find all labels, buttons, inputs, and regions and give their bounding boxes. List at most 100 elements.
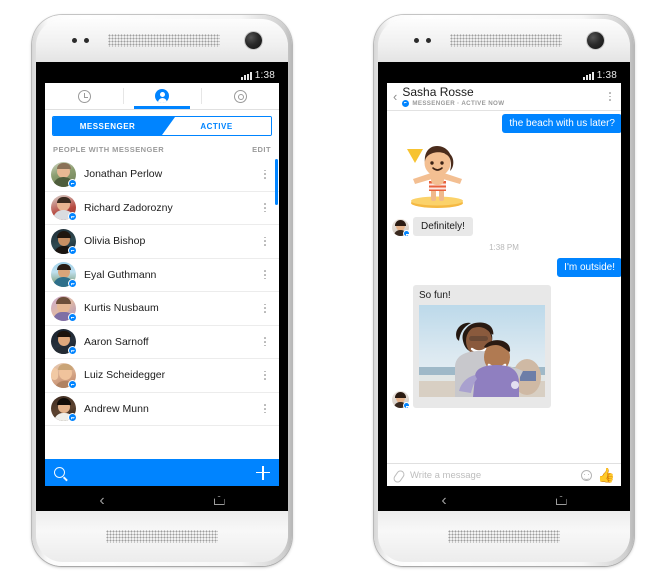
smiley-icon[interactable] <box>580 469 592 481</box>
thread-title-wrap: Sasha Rosse MESSENGER · ACTIVE NOW <box>402 86 602 107</box>
list-item[interactable]: Richard Zadorozny <box>45 191 279 225</box>
plus-icon[interactable] <box>256 465 270 480</box>
overflow-icon[interactable] <box>260 337 270 347</box>
signal-bars-icon <box>240 71 252 80</box>
paperclip-icon[interactable] <box>393 470 404 481</box>
avatar <box>51 396 77 423</box>
overflow-icon[interactable] <box>260 270 270 280</box>
tab-people[interactable] <box>123 83 201 109</box>
message-row-incoming: Definitely! <box>387 214 621 239</box>
back-chevron-icon[interactable]: ‹ <box>391 90 399 103</box>
list-item[interactable]: Andrew Munn <box>45 392 279 426</box>
list-item[interactable]: Aaron Sarnoff <box>45 325 279 359</box>
clock-icon <box>77 89 91 103</box>
message-row-sticker <box>387 136 621 214</box>
status-bar-left: 1:38 <box>45 68 279 83</box>
home-icon[interactable] <box>213 496 225 505</box>
messenger-badge-icon <box>68 346 77 356</box>
overflow-icon[interactable] <box>260 404 270 414</box>
gear-icon <box>233 89 247 103</box>
message-input[interactable]: Write a message <box>410 470 575 481</box>
page-title: Sasha Rosse <box>402 85 474 99</box>
phone-bottom-hardware-left <box>36 511 288 562</box>
overflow-icon[interactable] <box>260 303 270 313</box>
list-item[interactable]: Eyal Guthmann <box>45 258 279 292</box>
messenger-badge-icon <box>403 402 410 409</box>
search-bar[interactable] <box>45 459 279 486</box>
avatar <box>392 219 410 237</box>
earpiece-speaker-grille <box>450 34 562 47</box>
message-bubble[interactable]: I'm outside! <box>557 258 621 277</box>
back-icon[interactable]: ‹ <box>441 492 446 509</box>
screen-bezel-left: 1:38 MESSENGER ACTIVE PEOPLE WITH MESSEN… <box>36 62 288 515</box>
messenger-badge-icon <box>403 230 410 237</box>
presence-text: MESSENGER · ACTIVE NOW <box>412 99 505 107</box>
messenger-badge-icon <box>68 245 77 255</box>
status-bar-right: 1:38 <box>387 68 621 83</box>
overflow-icon[interactable] <box>260 370 270 380</box>
overflow-icon[interactable] <box>605 91 615 101</box>
phone-top-hardware-left <box>36 19 288 62</box>
sensor-dots-icon <box>72 38 89 43</box>
contact-name: Luiz Scheidegger <box>84 369 166 382</box>
photo-message-bubble[interactable]: So fun! <box>413 285 551 408</box>
overflow-icon[interactable] <box>260 169 270 179</box>
front-camera-icon <box>587 32 604 49</box>
message-bubble[interactable]: Definitely! <box>413 217 473 236</box>
contact-name: Richard Zadorozny <box>84 201 173 214</box>
thumbs-up-icon[interactable]: 👍 <box>598 468 615 482</box>
surfer-sticker[interactable] <box>401 139 473 209</box>
message-bubble[interactable]: the beach with us later? <box>502 114 621 133</box>
message-thread[interactable]: the beach with us later? Definitely! 1:3… <box>387 111 621 463</box>
phone-body-right: 1:38 ‹ Sasha Rosse MESSENGER · ACTIVE NO… <box>378 19 630 562</box>
segmented-control-wrapper: MESSENGER ACTIVE <box>45 110 279 141</box>
list-item[interactable]: Luiz Scheidegger <box>45 359 279 393</box>
contact-name: Olivia Bishop <box>84 235 146 248</box>
messenger-badge-icon <box>68 279 77 289</box>
search-icon[interactable] <box>54 467 65 478</box>
phone-device-left: 1:38 MESSENGER ACTIVE PEOPLE WITH MESSEN… <box>32 15 292 566</box>
back-icon[interactable]: ‹ <box>99 492 104 509</box>
contact-name: Eyal Guthmann <box>84 268 157 281</box>
contact-name: Andrew Munn <box>84 402 149 415</box>
avatar <box>51 161 77 188</box>
screen-left: 1:38 MESSENGER ACTIVE PEOPLE WITH MESSEN… <box>45 68 279 515</box>
message-row-outgoing: the beach with us later? <box>387 111 621 136</box>
segmented-control: MESSENGER ACTIVE <box>52 116 272 136</box>
contacts-list[interactable]: Jonathan Perlow Richard Zadorozny Olivia… <box>45 158 279 459</box>
earpiece-speaker-grille <box>108 34 220 47</box>
segment-messenger[interactable]: MESSENGER <box>53 117 162 135</box>
scrollbar-thumb[interactable] <box>275 159 278 205</box>
phone-bottom-hardware-right <box>378 511 630 562</box>
messenger-badge-icon <box>68 379 77 389</box>
overflow-icon[interactable] <box>260 203 270 213</box>
avatar <box>51 228 77 255</box>
contact-name: Kurtis Nusbaum <box>84 302 159 315</box>
list-item[interactable]: Jonathan Perlow <box>45 158 279 192</box>
edit-button[interactable]: EDIT <box>252 145 271 154</box>
list-section-header: PEOPLE WITH MESSENGER EDIT <box>45 141 279 158</box>
overflow-icon[interactable] <box>260 236 270 246</box>
beach-couple-photo[interactable] <box>419 305 545 397</box>
segment-active[interactable]: ACTIVE <box>162 117 271 135</box>
top-tab-bar <box>45 83 279 110</box>
messenger-badge-icon <box>68 212 77 222</box>
front-camera-icon <box>245 32 262 49</box>
phone-top-hardware-right <box>378 19 630 62</box>
messenger-app-left: MESSENGER ACTIVE PEOPLE WITH MESSENGER E… <box>45 83 279 486</box>
tab-settings[interactable] <box>201 83 279 109</box>
messenger-badge-icon <box>68 312 77 322</box>
tab-recent[interactable] <box>45 83 123 109</box>
list-item[interactable]: Kurtis Nusbaum <box>45 292 279 326</box>
avatar <box>51 195 77 222</box>
contact-name: Aaron Sarnoff <box>84 335 149 348</box>
home-icon[interactable] <box>555 496 567 505</box>
messenger-badge-icon <box>68 413 77 423</box>
message-composer[interactable]: Write a message 👍 <box>387 463 621 486</box>
message-row-photo: So fun! <box>387 280 621 411</box>
bottom-speaker-grille <box>448 530 560 543</box>
messenger-badge-icon <box>402 99 410 107</box>
person-icon <box>155 89 169 103</box>
list-item[interactable]: Olivia Bishop <box>45 225 279 259</box>
screenshot-stage: 1:38 MESSENGER ACTIVE PEOPLE WITH MESSEN… <box>0 0 670 581</box>
